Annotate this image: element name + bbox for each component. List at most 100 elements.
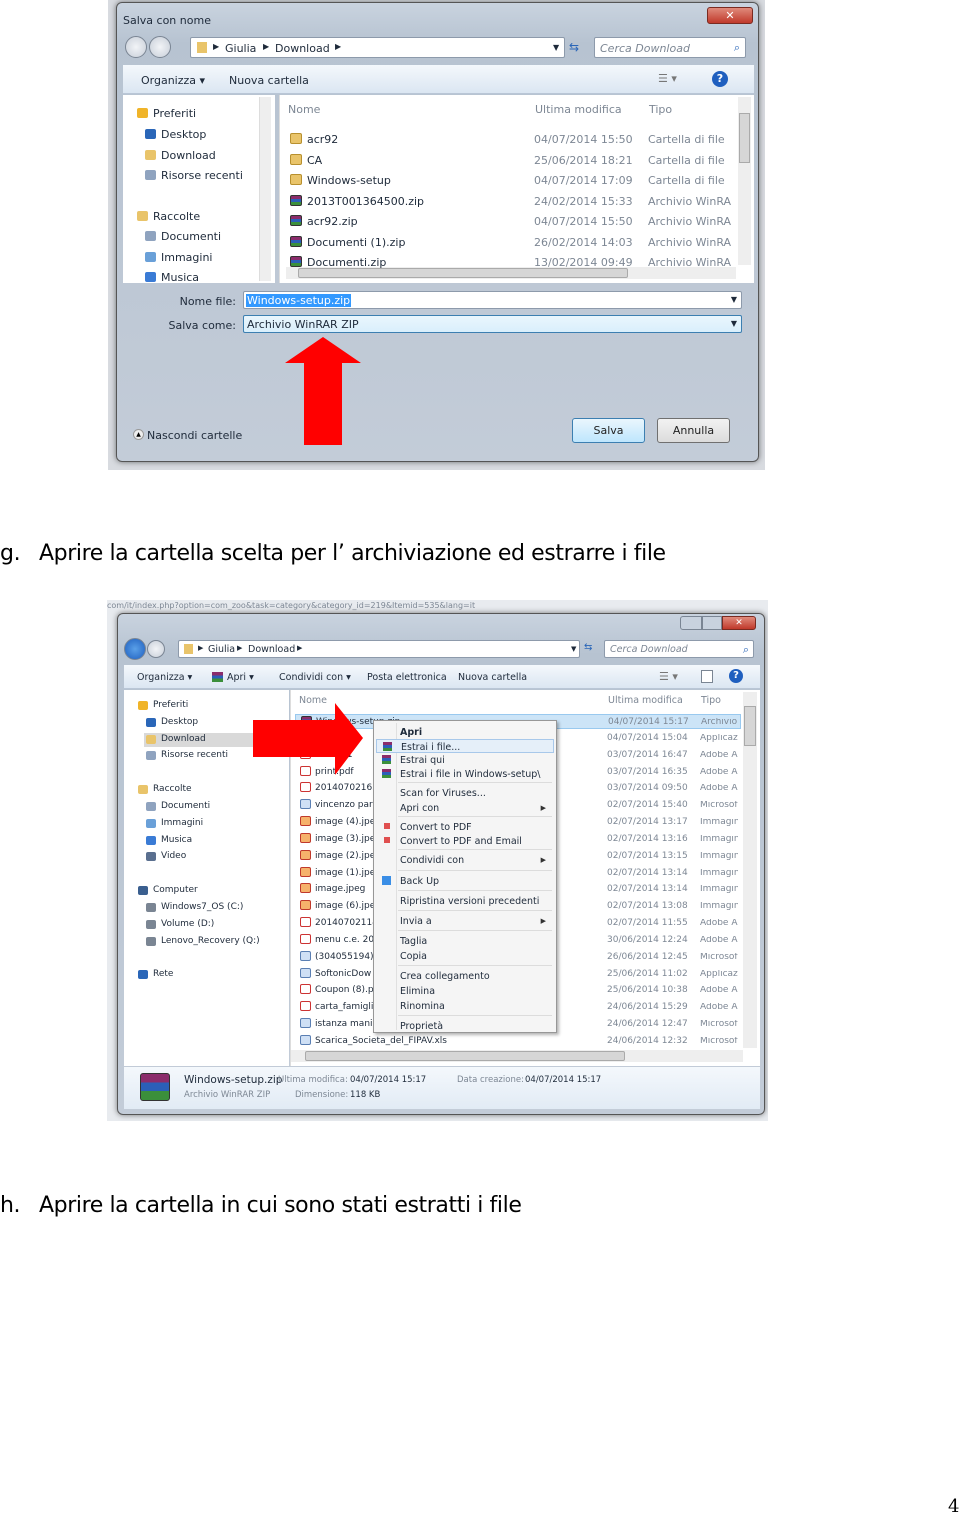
file-row[interactable]: Windows-setup 04/07/2014 17:09 Cartella …	[284, 173, 734, 189]
forward-button[interactable]	[147, 640, 165, 658]
sidebar-item-computer[interactable]: Computer	[136, 884, 274, 898]
details-created: 04/07/2014 15:17	[525, 1075, 602, 1085]
column-header-name[interactable]: Nome	[288, 104, 320, 115]
close-button[interactable]: ✕	[722, 616, 756, 630]
context-menu-item-estrai-i-file-in-windows-setup[interactable]: Estrai i file in Windows-setup\	[376, 767, 554, 781]
forward-button[interactable]	[149, 36, 171, 58]
file-row[interactable]: Scarica_Societa_del_FIPAV.xls 24/06/2014…	[295, 1034, 741, 1049]
open-menu[interactable]: Apri ▾	[227, 673, 254, 683]
help-icon[interactable]: ?	[712, 71, 728, 87]
sidebar-item-rete[interactable]: Rete	[136, 968, 274, 982]
sidebar-item-download[interactable]: Download	[145, 149, 265, 162]
filename-input[interactable]: Windows-setup.zip ▼	[243, 291, 742, 309]
sidebar-item-documenti[interactable]: Documenti	[145, 230, 265, 243]
minimize-button[interactable]	[680, 616, 702, 630]
sidebar-item-risorse-recenti[interactable]: Risorse recenti	[145, 169, 265, 182]
column-header-modified[interactable]: Ultima modifica	[608, 696, 683, 706]
refresh-icon[interactable]: ⇆	[584, 643, 592, 653]
sidebar-item-immagini[interactable]: Immagini	[144, 817, 274, 831]
file-row[interactable]: 2013T001364500.zip 24/02/2014 15:33 Arch…	[284, 194, 734, 210]
share-menu[interactable]: Condividi con ▾	[279, 673, 351, 683]
sidebar-item-musica[interactable]: Musica	[145, 271, 265, 284]
sidebar-item-desktop[interactable]: Desktop	[145, 128, 265, 141]
organize-menu[interactable]: Organizza ▾	[137, 673, 192, 683]
context-menu-item-ripristina-versioni-precedenti[interactable]: Ripristina versioni precedenti	[376, 894, 554, 908]
context-menu-item-convert-to-pdf-and-email[interactable]: Convert to PDF and Email	[376, 834, 554, 848]
file-name: Scarica_Societa_del_FIPAV.xls	[315, 1035, 447, 1046]
file-row[interactable]: CA 25/06/2014 18:21 Cartella di file	[284, 153, 734, 169]
context-menu-item-back-up[interactable]: Back Up	[376, 874, 554, 888]
column-header-type[interactable]: Tipo	[649, 104, 672, 115]
address-dropdown-icon[interactable]: ▼	[553, 44, 559, 52]
file-row[interactable]: acr92 04/07/2014 15:50 Cartella di file	[284, 132, 734, 148]
context-menu-item-crea-collegamento[interactable]: Crea collegamento	[376, 969, 554, 983]
breadcrumb-giulia[interactable]: Giulia	[225, 43, 256, 54]
maximize-button[interactable]	[702, 616, 722, 630]
back-button[interactable]	[124, 638, 146, 660]
organize-menu[interactable]: Organizza ▾	[141, 75, 205, 86]
email-button[interactable]: Posta elettronica	[367, 673, 447, 683]
horizontal-scrollbar[interactable]	[291, 1050, 743, 1062]
search-input[interactable]: Cerca Download ⌕	[594, 37, 746, 58]
view-options-icon[interactable]: ☰ ▾	[659, 671, 678, 682]
context-menu-item-propriet[interactable]: Proprietà	[376, 1019, 554, 1033]
vertical-scrollbar[interactable]	[743, 692, 757, 1048]
address-bar[interactable]: ▶ Giulia ▶ Download ▶ ▼	[178, 640, 580, 658]
refresh-icon[interactable]: ⇆	[569, 41, 579, 53]
context-menu-item-estrai-i-file[interactable]: Estrai i file...	[376, 739, 554, 753]
filename-dropdown-icon[interactable]: ▼	[731, 296, 737, 304]
context-menu-item-rinomina[interactable]: Rinomina	[376, 999, 554, 1013]
hide-folders-toggle[interactable]: Nascondi cartelle	[147, 430, 242, 441]
search-input[interactable]: Cerca Download ⌕	[604, 640, 754, 658]
context-menu-item-apri[interactable]: Apri	[376, 725, 554, 739]
sidebar-item-volume-d-[interactable]: Volume (D:)	[144, 918, 274, 932]
new-folder-button[interactable]: Nuova cartella	[229, 75, 309, 86]
context-menu-item-convert-to-pdf[interactable]: Convert to PDF	[376, 820, 554, 834]
context-menu-item-elimina[interactable]: Elimina	[376, 984, 554, 998]
save-as-type-select[interactable]: Archivio WinRAR ZIP ▼	[243, 315, 742, 333]
file-modified: 30/06/2014 12:24	[607, 934, 688, 945]
back-button[interactable]	[125, 36, 147, 58]
address-bar[interactable]: ▶ Giulia ▶ Download ▶ ▼	[190, 37, 565, 58]
sidebar-item-windows7-os-c-[interactable]: Windows7_OS (C:)	[144, 901, 274, 915]
hide-folders-icon[interactable]: ▲	[133, 429, 144, 440]
context-menu-item-apri-con[interactable]: Apri con ▶	[376, 801, 554, 815]
documents-icon	[146, 802, 156, 811]
cancel-button[interactable]: Annulla	[657, 418, 730, 443]
sidebar-item-lenovo-recovery-q-[interactable]: Lenovo_Recovery (Q:)	[144, 935, 274, 949]
context-menu-item-copia[interactable]: Copia	[376, 949, 554, 963]
context-menu-item-scan-for-viruses[interactable]: Scan for Viruses...	[376, 786, 554, 800]
file-row[interactable]: Documenti (1).zip 26/02/2014 14:03 Archi…	[284, 235, 734, 251]
context-menu-item-taglia[interactable]: Taglia	[376, 934, 554, 948]
file-row[interactable]: acr92.zip 04/07/2014 15:50 Archivio WinR…	[284, 214, 734, 230]
drive-icon	[146, 903, 156, 912]
sidebar-item-immagini[interactable]: Immagini	[145, 251, 265, 264]
sidebar-item-musica[interactable]: Musica	[144, 834, 274, 848]
sidebar-item-preferiti[interactable]: Preferiti	[137, 107, 257, 120]
preview-pane-icon[interactable]	[701, 670, 713, 683]
details-modified: 04/07/2014 15:17	[350, 1075, 427, 1085]
file-row[interactable]: Documenti.zip 13/02/2014 09:49 Archivio …	[284, 255, 734, 271]
new-folder-button[interactable]: Nuova cartella	[458, 673, 527, 683]
vertical-scrollbar[interactable]	[738, 97, 751, 265]
breadcrumb-download[interactable]: Download	[248, 645, 295, 655]
close-button[interactable]: ✕	[707, 7, 753, 24]
breadcrumb-giulia[interactable]: Giulia	[208, 645, 235, 655]
winrar-icon	[212, 672, 223, 682]
address-dropdown-icon[interactable]: ▼	[571, 646, 576, 653]
sidebar-item-video[interactable]: Video	[144, 850, 274, 864]
view-options-icon[interactable]: ☰ ▾	[658, 73, 677, 84]
context-menu-item-condividi-con[interactable]: Condividi con ▶	[376, 853, 554, 867]
breadcrumb-download[interactable]: Download	[275, 43, 330, 54]
sidebar-scrollbar[interactable]	[259, 97, 271, 281]
context-menu-item-invia-a[interactable]: Invia a ▶	[376, 914, 554, 928]
sidebar-item-raccolte[interactable]: Raccolte	[136, 783, 274, 797]
column-header-type[interactable]: Tipo	[701, 696, 721, 706]
column-header-modified[interactable]: Ultima modifica	[535, 104, 622, 115]
sidebar-item-documenti[interactable]: Documenti	[144, 800, 274, 814]
context-menu-item-estrai-qui[interactable]: Estrai qui	[376, 753, 554, 767]
save-as-type-dropdown-icon[interactable]: ▼	[731, 320, 737, 328]
save-button[interactable]: Salva	[572, 418, 645, 443]
sidebar-item-raccolte[interactable]: Raccolte	[137, 210, 257, 223]
help-icon[interactable]: ?	[729, 669, 743, 683]
